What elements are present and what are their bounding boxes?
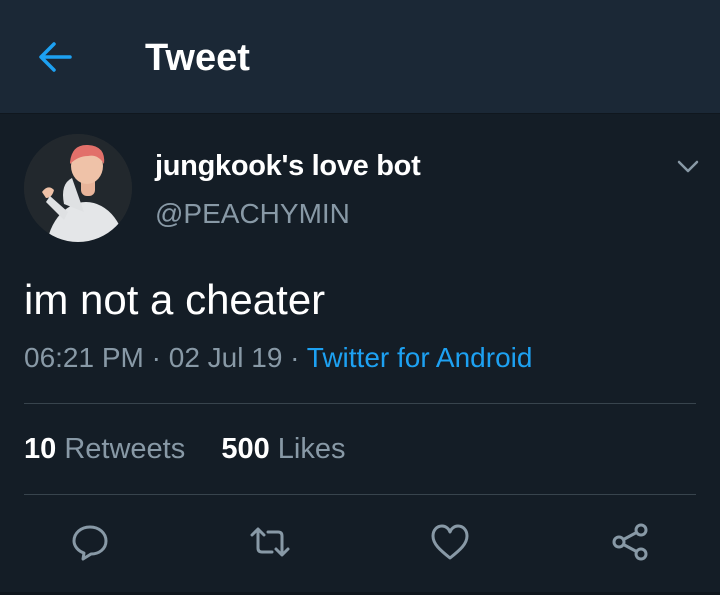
heart-icon xyxy=(431,524,469,560)
meta-separator: · xyxy=(151,342,161,373)
tweet-text: im not a cheater xyxy=(24,276,326,323)
reply-button[interactable] xyxy=(68,520,112,564)
tweet-stats: 10 Retweets 500 Likes xyxy=(24,431,346,467)
top-bar: Tweet xyxy=(0,0,720,114)
back-button[interactable] xyxy=(34,37,78,77)
arrow-left-icon xyxy=(39,42,72,72)
tweet-time: 06:21 PM xyxy=(24,342,144,373)
divider xyxy=(24,403,696,404)
divider xyxy=(24,494,696,495)
chevron-down-icon xyxy=(677,160,699,173)
author-display-name[interactable]: jungkook's love bot xyxy=(155,148,421,184)
retweet-button[interactable] xyxy=(248,520,292,564)
tweet-options-button[interactable] xyxy=(672,152,704,180)
retweets-label: Retweets xyxy=(64,433,186,465)
reply-icon xyxy=(72,525,108,561)
share-button[interactable] xyxy=(608,520,652,564)
likes-label: Likes xyxy=(277,433,346,465)
share-icon xyxy=(612,523,648,561)
retweets-count: 10 xyxy=(24,433,57,465)
page-title: Tweet xyxy=(145,37,250,79)
author-handle: @PEACHYMIN xyxy=(155,198,350,229)
tweet-meta: 06:21 PM · 02 Jul 19 · Twitter for Andro… xyxy=(24,340,532,376)
tweet-date: 02 Jul 19 xyxy=(168,342,283,373)
avatar[interactable] xyxy=(24,134,132,242)
retweets-stat[interactable]: 10 Retweets xyxy=(24,433,185,465)
meta-separator: · xyxy=(290,342,300,373)
tweet-source-link[interactable]: Twitter for Android xyxy=(307,342,533,373)
retweet-icon xyxy=(250,527,290,557)
like-button[interactable] xyxy=(428,520,472,564)
likes-stat[interactable]: 500 Likes xyxy=(221,433,345,465)
likes-count: 500 xyxy=(221,433,270,465)
